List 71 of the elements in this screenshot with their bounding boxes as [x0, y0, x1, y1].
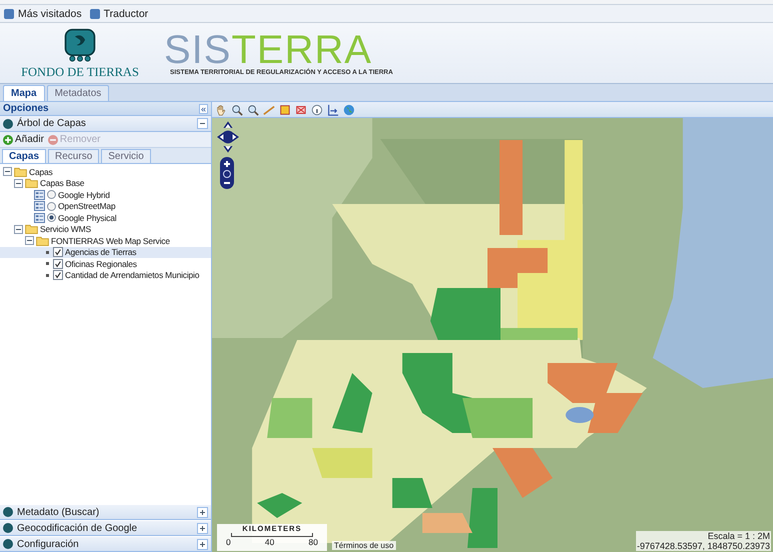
folder-icon — [25, 178, 38, 188]
tree-item[interactable]: Oficinas Regionales — [65, 258, 137, 269]
logo-icon — [63, 26, 97, 64]
scale-label: 80 — [308, 537, 318, 547]
tab[interactable]: Mapa — [3, 85, 45, 101]
tab[interactable]: Servicio — [101, 149, 151, 163]
accordion-header[interactable]: Metadato (Buscar) — [0, 504, 211, 520]
section-title: Árbol de Capas — [17, 118, 87, 129]
expander-icon[interactable] — [25, 236, 34, 246]
accordion-header[interactable]: Geocodificación de Google — [0, 520, 211, 536]
folder-icon — [25, 224, 38, 234]
minus-icon — [48, 134, 58, 144]
export-icon[interactable] — [327, 104, 339, 116]
radio-button[interactable] — [47, 213, 56, 222]
tab[interactable]: Metadatos — [46, 85, 110, 101]
coordinates-text: -9767428.53597, 1848750.23973 — [636, 541, 770, 551]
organization-name: FONDO DE TIERRAS — [21, 65, 139, 80]
toggle-icon — [197, 506, 208, 518]
checkbox[interactable] — [53, 247, 63, 258]
tab[interactable]: Capas — [2, 149, 46, 163]
clear-icon[interactable] — [295, 104, 307, 116]
legend-icon — [46, 250, 49, 254]
folder-icon — [14, 166, 27, 177]
tree-item[interactable]: OpenStreetMap — [58, 201, 116, 212]
layer-icon — [34, 212, 45, 223]
scale-label: 40 — [264, 537, 274, 547]
tree-item[interactable]: Servicio WMS — [40, 224, 91, 234]
pan-hand-icon[interactable] — [215, 104, 227, 116]
pan-control[interactable] — [217, 121, 239, 153]
radio-button[interactable] — [47, 202, 56, 211]
tree-item[interactable]: Cantidad de Arrendamietos Municipio — [65, 270, 200, 280]
bookmark-link[interactable]: Más visitados — [4, 8, 82, 20]
zoom-extent-icon[interactable] — [247, 104, 259, 116]
section-title: Geocodificación de Google — [17, 522, 138, 534]
toggle-icon — [197, 538, 208, 550]
tab[interactable]: Recurso — [48, 149, 100, 163]
checkbox[interactable] — [53, 258, 63, 269]
zoom-in-icon[interactable] — [231, 104, 243, 116]
expander-icon[interactable] — [3, 167, 12, 176]
accordion-header[interactable]: Configuración — [0, 536, 211, 552]
tree-item[interactable]: Google Hybrid — [58, 190, 110, 200]
tree-item[interactable]: FONTIERRAS Web Map Service — [51, 236, 170, 246]
globe-icon[interactable] — [343, 104, 355, 116]
legend-icon — [46, 274, 49, 277]
section-title: Metadato (Buscar) — [17, 506, 100, 518]
legend-icon — [46, 262, 49, 266]
tree-item[interactable]: Capas — [29, 166, 53, 177]
info-icon[interactable] — [311, 104, 323, 116]
terms-link[interactable]: Términos de uso — [332, 541, 396, 550]
zoom-control[interactable] — [220, 157, 234, 189]
radio-button[interactable] — [47, 190, 56, 200]
expander-icon[interactable] — [14, 178, 23, 188]
scale-text: Escala = 1 : 2M — [708, 531, 770, 541]
tree-item[interactable]: Capas Base — [40, 178, 84, 188]
checkbox[interactable] — [53, 270, 63, 280]
accordion-header[interactable]: Árbol de Capas — [0, 116, 211, 132]
panel-title: Opciones — [3, 103, 49, 114]
layer-icon — [34, 201, 45, 212]
tree-item[interactable]: Google Physical — [58, 212, 116, 223]
app-title: SISTERRA — [164, 30, 372, 68]
section-title: Configuración — [17, 538, 80, 550]
add-button[interactable]: Añadir — [3, 134, 44, 145]
layer-icon — [34, 190, 45, 200]
bookmark-link[interactable]: Traductor — [90, 8, 148, 20]
collapse-button[interactable]: « — [198, 104, 208, 114]
expander-icon[interactable] — [14, 224, 23, 234]
scale-label: 0 — [226, 537, 231, 547]
measure-area-icon[interactable] — [279, 104, 291, 116]
plus-icon — [3, 134, 13, 144]
toggle-icon — [197, 522, 208, 534]
toggle-icon — [197, 118, 208, 129]
